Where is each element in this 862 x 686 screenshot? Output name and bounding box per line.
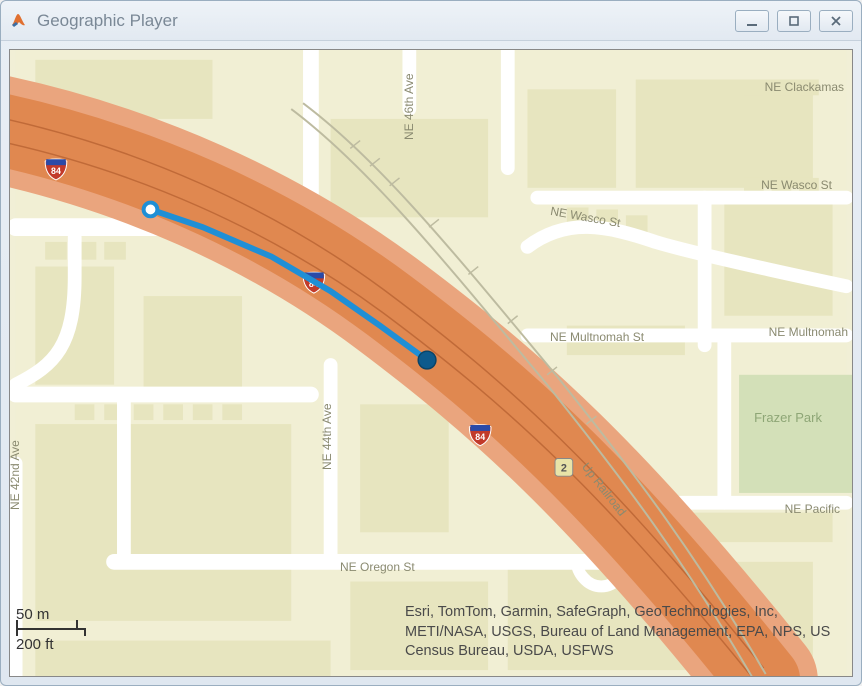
window-title: Geographic Player xyxy=(37,11,735,31)
matlab-icon xyxy=(9,11,29,31)
content-area: 84 84 84 2 xyxy=(1,41,861,685)
maximize-button[interactable] xyxy=(777,10,811,32)
svg-text:84: 84 xyxy=(475,432,485,442)
window-controls xyxy=(735,10,853,32)
scale-imperial: 200 ft xyxy=(16,636,54,653)
scale-metric: 50 m xyxy=(16,606,49,623)
minimize-button[interactable] xyxy=(735,10,769,32)
map-view[interactable]: 84 84 84 2 xyxy=(9,49,853,677)
titlebar[interactable]: Geographic Player xyxy=(1,1,861,41)
close-button[interactable] xyxy=(819,10,853,32)
svg-text:2: 2 xyxy=(561,462,567,474)
scale-bar: 50 m 200 ft xyxy=(16,600,84,658)
svg-text:84: 84 xyxy=(51,166,61,176)
route-shield-icon: 2 xyxy=(555,458,573,476)
app-window: Geographic Player xyxy=(0,0,862,686)
map-canvas: 84 84 84 2 xyxy=(10,50,852,676)
